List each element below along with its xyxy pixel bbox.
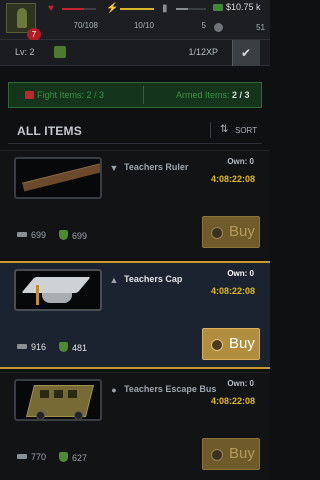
buy-label: Buy bbox=[229, 335, 255, 352]
attack-icon bbox=[17, 232, 27, 237]
item-name: Teachers Cap bbox=[124, 274, 183, 284]
item-owned: Own: 0 bbox=[227, 157, 254, 166]
player-avatar[interactable]: 7 bbox=[6, 3, 41, 41]
defense-shield-icon bbox=[59, 342, 68, 352]
attack-icon bbox=[17, 454, 27, 459]
buy-button[interactable]: Buy bbox=[202, 328, 260, 360]
ammo-stat: ▮ 5 bbox=[162, 3, 206, 35]
energy-bar bbox=[120, 8, 154, 10]
defense-value: 627 bbox=[72, 453, 88, 463]
item-card-teachers-escape-bus[interactable]: ● Teachers Escape Bus Own: 0 4:08:22:08 … bbox=[0, 372, 270, 480]
item-owned: Own: 0 bbox=[227, 379, 254, 388]
ammo-value: 5 bbox=[201, 21, 206, 30]
vehicle-icon: ● bbox=[111, 385, 117, 395]
item-name: Teachers Escape Bus bbox=[124, 384, 217, 394]
item-attack: 916 bbox=[17, 342, 46, 354]
list-header: ALL ITEMS ⇅ SORT bbox=[8, 116, 262, 144]
item-timer: 4:08:22:08 bbox=[210, 396, 255, 406]
status-bar: 7 ♥ 70/108 ⚡ 10/10 ▮ 5 $10.75 k 51 bbox=[0, 0, 270, 41]
item-card-teachers-cap[interactable]: ▲ Teachers Cap Own: 0 4:08:22:08 916 481… bbox=[0, 261, 270, 369]
buy-button[interactable]: Buy bbox=[202, 438, 260, 470]
ammo-bar bbox=[176, 8, 206, 10]
tab-fight-items[interactable]: Fight Items: 2 / 3 bbox=[25, 83, 105, 107]
coin-icon bbox=[211, 449, 223, 461]
buy-label: Buy bbox=[229, 223, 255, 240]
melee-weapon-icon: ▼ bbox=[109, 163, 119, 173]
item-attack: 770 bbox=[17, 452, 46, 464]
item-timer: 4:08:22:08 bbox=[210, 286, 255, 296]
defense-value: 699 bbox=[72, 231, 88, 241]
health-bar bbox=[62, 8, 96, 10]
energy-stat: ⚡ 10/10 bbox=[106, 3, 154, 35]
sort-button[interactable]: SORT bbox=[235, 126, 257, 135]
player-level: Lv: 2 bbox=[15, 47, 35, 57]
attack-value: 699 bbox=[31, 230, 47, 240]
level-row: Lv: 2 1/12XP bbox=[0, 40, 270, 66]
tokens-value: 51 bbox=[256, 23, 265, 32]
item-timer: 4:08:22:08 bbox=[210, 174, 255, 184]
item-card-teachers-ruler[interactable]: ▼ Teachers Ruler Own: 0 4:08:22:08 699 6… bbox=[0, 150, 270, 258]
bus-window-art bbox=[40, 390, 49, 398]
item-name: Teachers Ruler bbox=[124, 162, 189, 172]
xp-icon bbox=[54, 46, 66, 58]
buy-button[interactable]: Buy bbox=[202, 216, 260, 248]
tab-armed-items[interactable]: Armed Items: 2 / 3 bbox=[176, 83, 250, 107]
cap-board-art bbox=[21, 277, 91, 293]
checklist-button[interactable]: ✔ bbox=[232, 40, 260, 66]
bus-wheel-art bbox=[36, 411, 45, 419]
item-attack: 699 bbox=[17, 230, 46, 242]
armed-items-label: Armed Items: bbox=[176, 90, 233, 100]
fight-icon bbox=[25, 91, 34, 99]
defense-shield-icon bbox=[59, 452, 68, 462]
cap-tassel-art bbox=[36, 285, 39, 305]
health-stat: ♥ 70/108 bbox=[48, 3, 98, 35]
coin-icon bbox=[211, 227, 223, 239]
coin-icon bbox=[214, 23, 223, 32]
xp-value: 1/12XP bbox=[188, 47, 218, 57]
attack-value: 770 bbox=[31, 452, 47, 462]
item-defense: 699 bbox=[59, 230, 87, 242]
energy-value: 10/10 bbox=[133, 21, 154, 30]
item-image-cap bbox=[14, 269, 102, 311]
soldier-icon bbox=[17, 8, 27, 28]
defense-value: 481 bbox=[72, 343, 88, 353]
list-title: ALL ITEMS bbox=[17, 124, 82, 138]
item-defense: 627 bbox=[59, 452, 87, 464]
item-filter-tabs: Fight Items: 2 / 3 Armed Items: 2 / 3 bbox=[8, 82, 262, 108]
check-icon: ✔ bbox=[241, 46, 252, 60]
cash-icon bbox=[213, 4, 223, 11]
ammo-icon: ▮ bbox=[162, 3, 168, 14]
helmet-icon: ▲ bbox=[109, 275, 119, 285]
bus-wheel-art bbox=[74, 411, 83, 419]
sort-icon[interactable]: ⇅ bbox=[220, 124, 228, 135]
buy-label: Buy bbox=[229, 445, 255, 462]
item-defense: 481 bbox=[59, 342, 87, 354]
tab-divider bbox=[143, 86, 144, 104]
bus-window-art bbox=[68, 390, 77, 398]
item-owned: Own: 0 bbox=[227, 269, 254, 278]
armed-items-value: 2 / 3 bbox=[232, 90, 250, 100]
heart-icon: ♥ bbox=[48, 3, 54, 14]
tokens-display[interactable]: 51 bbox=[213, 22, 269, 34]
bus-window-art bbox=[54, 390, 63, 398]
defense-shield-icon bbox=[59, 230, 68, 240]
health-value: 70/108 bbox=[73, 21, 98, 30]
attack-icon bbox=[17, 344, 27, 349]
header-divider bbox=[210, 122, 211, 138]
fight-items-label: Fight Items: 2 / 3 bbox=[37, 90, 105, 100]
item-image-ruler bbox=[14, 157, 102, 199]
money-value: $10.75 k bbox=[226, 2, 261, 12]
money-display[interactable]: $10.75 k bbox=[213, 2, 269, 15]
ruler-art bbox=[22, 163, 100, 192]
attack-value: 916 bbox=[31, 342, 47, 352]
item-image-bus bbox=[14, 379, 102, 421]
lightning-icon: ⚡ bbox=[106, 3, 119, 14]
coin-icon bbox=[211, 339, 223, 351]
